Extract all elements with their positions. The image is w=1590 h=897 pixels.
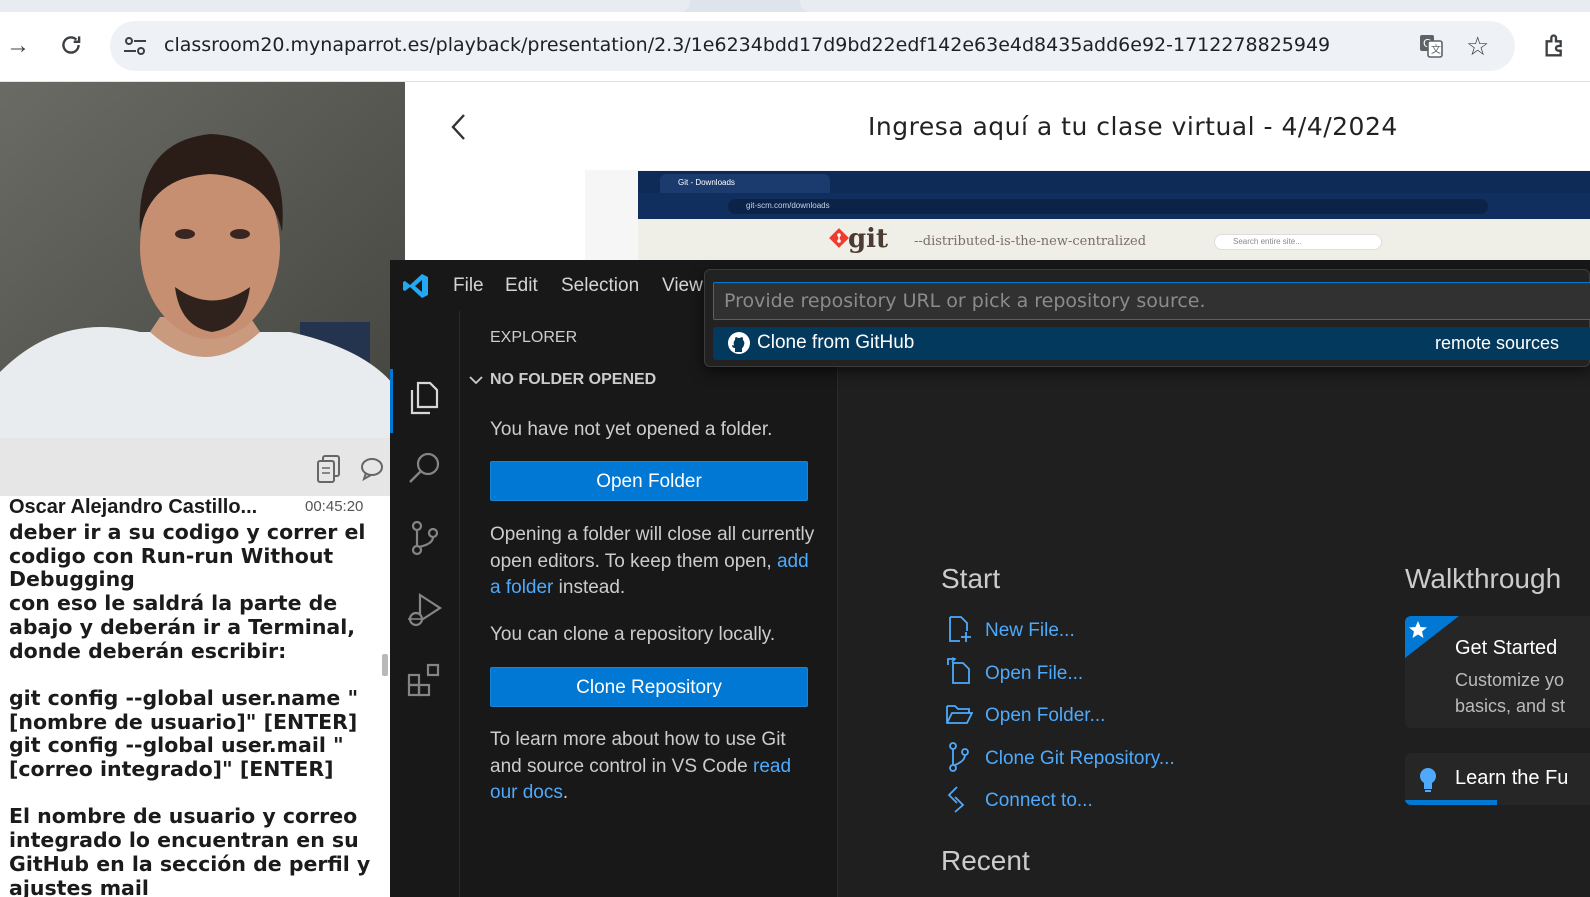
source-control-icon[interactable] [406,519,444,557]
chat-author: Oscar Alejandro Castillo... [9,496,258,518]
reload-icon[interactable] [58,32,84,63]
clone-from-github-item[interactable]: Clone from GitHub remote sources [713,327,1590,360]
lightbulb-icon [1417,766,1439,799]
git-logo-icon [828,227,850,254]
walkthroughs-heading: Walkthrough [1405,563,1562,594]
slide-browser-screenshot: Git - Downloads git-scm.com/downloads gi… [638,171,1590,260]
active-indicator [390,369,393,433]
no-folder-text: You have not yet opened a folder. [490,419,773,440]
learn-more-text: To learn more about how to use Git and s… [490,729,792,803]
address-bar[interactable]: classroom20.mynaparrot.es/playback/prese… [110,21,1515,71]
open-file-icon [945,657,973,685]
menu-edit[interactable]: Edit [505,275,538,297]
start-connect[interactable]: Connect to... [985,790,1093,812]
presentation-title: Ingresa aquí a tu clase virtual - 4/4/20… [868,112,1398,141]
clone-quick-pick: Clone from GitHub remote sources [704,269,1590,367]
run-debug-icon[interactable] [406,591,444,629]
clone-repository-button[interactable]: Clone Repository [490,667,808,707]
chat-message: deber ir a su codigo y correr el codigo … [9,520,371,897]
slide-tab-title: Git - Downloads [678,178,735,187]
menu-file[interactable]: File [453,275,484,297]
search-icon[interactable] [406,449,444,487]
webcam-video [0,82,405,438]
walkthrough-title: Get Started [1455,637,1558,659]
slide-url-bar: git-scm.com/downloads [638,193,1590,219]
chat-panel: Oscar Alejandro Castillo... 00:45:20 deb… [0,496,390,897]
start-open-file[interactable]: Open File... [985,663,1083,685]
open-folder-icon [945,700,974,728]
open-folder-button[interactable]: Open Folder [490,461,808,501]
browser-tab[interactable] [800,0,1590,12]
slide-tab: Git - Downloads [660,174,830,193]
explorer-title: EXPLORER [490,329,578,346]
forward-icon[interactable]: → [6,34,30,58]
remote-connect-icon [945,785,973,813]
url-text[interactable]: classroom20.mynaparrot.es/playback/prese… [164,34,1330,56]
new-file-icon [945,615,973,643]
copy-icon[interactable] [316,454,342,489]
git-search-box: Search entire site... [1214,234,1382,250]
walkthrough-learn-title: Learn the Fu [1455,767,1569,789]
quick-pick-item-description: remote sources [1435,333,1560,353]
git-logo-text: git [848,224,889,254]
star-badge-icon [1405,616,1459,658]
start-new-file[interactable]: New File... [985,620,1075,642]
menu-view[interactable]: View [662,275,703,297]
repository-url-input-box[interactable] [713,282,1590,320]
chat-toolbar [0,438,390,500]
clone-git-icon [945,741,973,772]
walkthrough-card-get-started[interactable]: Get Started Customize yo basics, and st [1405,616,1590,728]
bookmark-star-icon[interactable]: ☆ [1466,31,1489,62]
explorer-icon[interactable] [406,379,444,417]
welcome-editor: Start New File... Open File... Open Fold… [838,311,1590,897]
vscode-logo-icon [402,272,430,305]
start-clone-git[interactable]: Clone Git Repository... [985,748,1175,770]
chat-bubbles-icon[interactable] [360,456,390,489]
opening-folder-text: Opening a folder will close all currentl… [490,524,815,598]
walkthrough-progress [1405,800,1497,805]
walkthrough-desc-2: basics, and st [1455,696,1566,716]
walkthrough-desc-1: Customize yo [1455,670,1565,690]
menu-selection[interactable]: Selection [561,275,639,297]
activity-bar [390,311,460,897]
browser-toolbar: → classroom20.mynaparrot.es/playback/pre… [0,12,1590,82]
chat-scrollbar-thumb[interactable] [382,654,388,676]
chat-timestamp: 00:45:20 [305,498,364,515]
walkthrough-card-learn[interactable]: Learn the Fu [1405,753,1590,805]
repository-url-input[interactable] [714,283,1590,319]
clone-text: You can clone a repository locally. [490,624,776,645]
recent-heading: Recent [941,845,1030,876]
github-icon [727,331,751,360]
extensions-icon[interactable] [1542,32,1570,65]
svg-text:文: 文 [1431,43,1441,56]
extensions-icon[interactable] [406,661,444,699]
site-settings-icon[interactable] [122,34,148,63]
slide-url: git-scm.com/downloads [728,199,1488,214]
start-heading: Start [941,563,1001,594]
back-chevron-icon[interactable] [449,112,469,147]
slide-tab-bar: Git - Downloads [638,171,1590,193]
explorer-sidebar: EXPLORER NO FOLDER OPENED You have not y… [460,311,838,897]
start-open-folder[interactable]: Open Folder... [985,705,1105,727]
quick-pick-item-label: Clone from GitHub [757,332,915,353]
browser-tab[interactable] [0,0,690,12]
translate-icon[interactable]: G文 [1418,33,1444,64]
slide-page: git --distributed-is-the-new-centralized… [638,219,1590,260]
chevron-down-icon[interactable] [468,373,484,392]
section-header[interactable]: NO FOLDER OPENED [490,371,656,389]
git-tagline: --distributed-is-the-new-centralized [914,234,1147,249]
